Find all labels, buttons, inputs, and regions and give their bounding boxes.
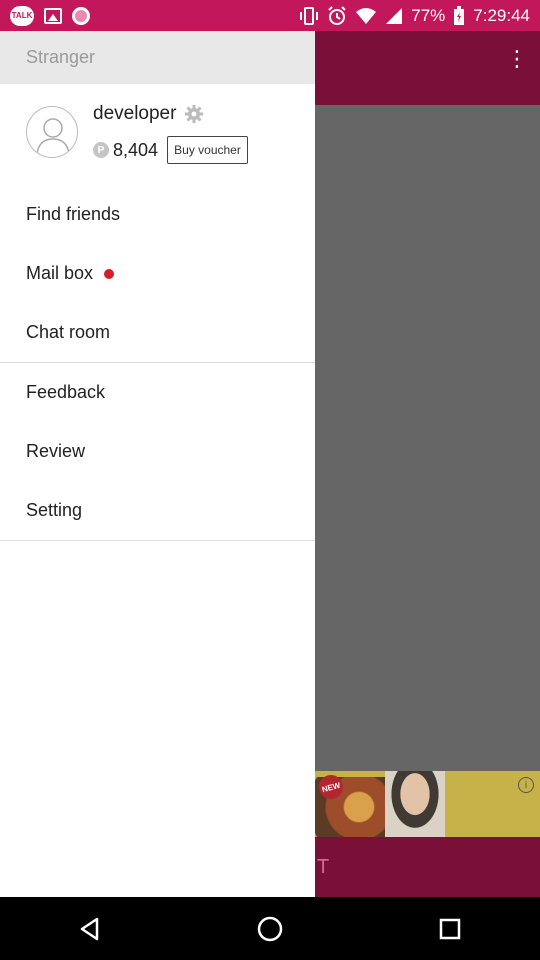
notification-icons: TALK (10, 5, 90, 26)
info-icon[interactable]: i (518, 777, 534, 793)
vibrate-icon (299, 6, 319, 25)
wifi-icon (355, 7, 377, 25)
back-button[interactable] (50, 897, 130, 960)
battery-icon (453, 5, 465, 26)
gear-icon[interactable] (184, 104, 204, 124)
bottom-bar-text: T (317, 855, 330, 878)
system-icons: 77% 7:29:44 (299, 5, 530, 26)
record-icon (72, 6, 90, 25)
menu-item-mail-box[interactable]: Mail box (0, 244, 315, 303)
drawer-header-title: Stranger (26, 47, 96, 67)
signal-icon (385, 7, 403, 25)
home-button[interactable] (230, 897, 310, 960)
points-icon: P (93, 142, 109, 158)
app-toolbar: ⋮ (315, 31, 540, 105)
system-nav-bar (0, 897, 540, 960)
menu-item-label: Find friends (26, 204, 121, 224)
alarm-icon (327, 5, 347, 26)
avatar[interactable] (26, 106, 78, 158)
bottom-bar[interactable]: T (315, 837, 540, 897)
back-triangle-icon (80, 917, 99, 940)
home-circle-icon (257, 916, 283, 941)
image-icon (44, 7, 62, 24)
points-balance: 8,404 (113, 140, 159, 160)
profile-section: developer P 8,404 Buy voucher (0, 84, 315, 185)
person-image (385, 771, 445, 837)
clock: 7:29:44 (473, 5, 530, 25)
menu-item-feedback[interactable]: Feedback (0, 363, 315, 422)
menu-item-chat-room[interactable]: Chat room (0, 303, 315, 362)
divider (0, 540, 315, 541)
menu-item-setting[interactable]: Setting (0, 481, 315, 540)
more-options-icon[interactable]: ⋮ (506, 48, 528, 79)
menu-item-label: Setting (26, 500, 83, 520)
navigation-drawer: Stranger developer P 8,404 Buy voucher F… (0, 31, 315, 897)
drawer-menu: Find friends Mail box Chat room Feedback… (0, 185, 315, 541)
status-bar: TALK 77% 7:29:44 (0, 0, 540, 31)
talk-icon: TALK (10, 5, 34, 26)
menu-item-label: Mail box (26, 263, 94, 283)
user-silhouette-icon (36, 118, 70, 155)
recents-square-icon (439, 918, 461, 939)
background-app[interactable]: ⋮ NEW i T (315, 31, 540, 897)
recents-button[interactable] (410, 897, 490, 960)
menu-item-label: Chat room (26, 322, 111, 342)
ad-banner[interactable]: NEW i (315, 771, 540, 837)
menu-item-find-friends[interactable]: Find friends (0, 185, 315, 244)
battery-percent: 77% (411, 5, 446, 25)
menu-item-label: Review (26, 441, 86, 461)
username: developer (93, 103, 177, 124)
menu-item-review[interactable]: Review (0, 422, 315, 481)
buy-voucher-button[interactable]: Buy voucher (167, 136, 248, 164)
menu-item-label: Feedback (26, 382, 106, 402)
unread-indicator-dot (104, 268, 115, 279)
drawer-header: Stranger (0, 31, 315, 84)
